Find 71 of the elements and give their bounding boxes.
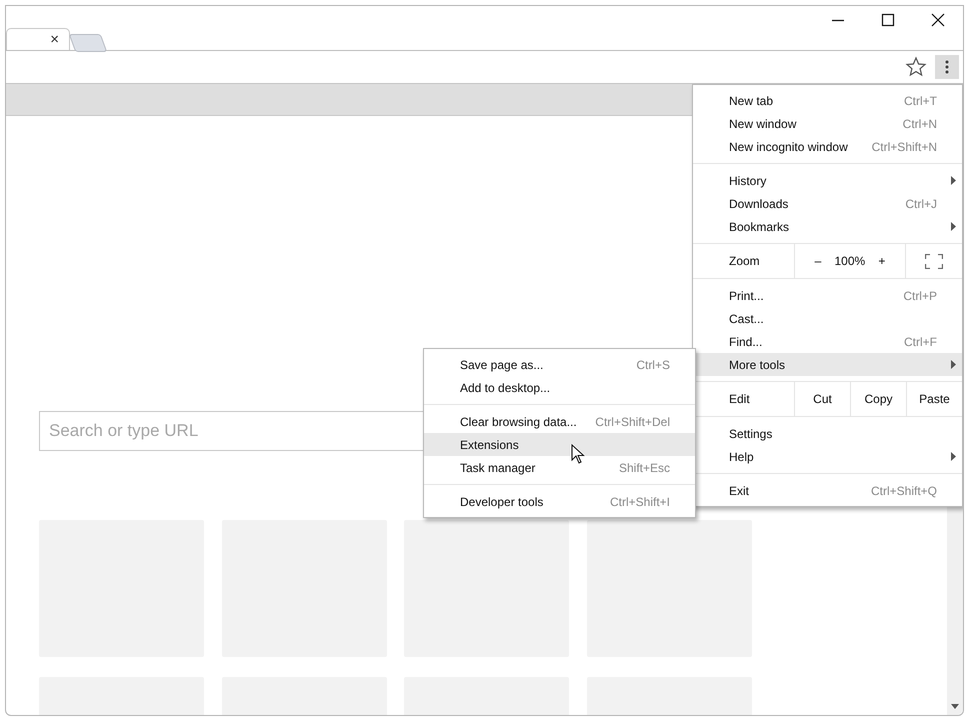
- menu-item-label: Bookmarks: [729, 220, 790, 234]
- shortcut-tile[interactable]: [586, 520, 752, 657]
- menu-item-label: Downloads: [729, 196, 788, 210]
- maximize-icon[interactable]: [880, 12, 896, 28]
- edit-label: Edit: [728, 391, 751, 408]
- mouse-cursor-icon: [571, 444, 585, 464]
- menu-item-label: New incognito window: [729, 140, 848, 154]
- menu-item[interactable]: Clear browsing data... Ctrl+Shift+Del: [424, 410, 695, 433]
- menu-item[interactable]: Print... Ctrl+P: [693, 284, 962, 307]
- menu-item[interactable]: Extensions: [424, 433, 695, 456]
- new-tab-button[interactable]: [68, 34, 108, 52]
- menu-item[interactable]: Save page as... Ctrl+S: [424, 353, 695, 376]
- shortcut-text: Ctrl+Shift+N: [872, 140, 937, 154]
- menu-item-label: Add to desktop...: [460, 380, 550, 394]
- menu-item-label: Save page as...: [460, 358, 544, 372]
- cut-button[interactable]: Cut: [794, 382, 850, 416]
- menu-item-label: Clear browsing data...: [460, 414, 577, 428]
- menu-item[interactable]: Downloads Ctrl+J: [693, 192, 962, 215]
- menu-item-label: Cast...: [729, 312, 764, 326]
- menu-item-label: Task manager: [460, 460, 536, 474]
- menu-item-label: Extensions: [460, 438, 519, 452]
- menu-item-label: New tab: [729, 94, 774, 108]
- zoom-label: Zoom: [728, 253, 761, 270]
- menu-item[interactable]: Find... Ctrl+F: [693, 330, 962, 353]
- menu-item[interactable]: Developer tools Ctrl+Shift+I: [424, 490, 695, 513]
- shortcut-text: Ctrl+F: [904, 334, 937, 348]
- fullscreen-icon: [925, 254, 943, 268]
- shortcut-text: Ctrl+S: [636, 358, 670, 372]
- menu-item-label: Exit: [729, 484, 750, 498]
- shortcut-text: Ctrl+J: [905, 196, 937, 210]
- shortcut-text: Ctrl+Shift+I: [610, 494, 670, 508]
- submenu-arrow-icon: [951, 176, 956, 185]
- close-icon[interactable]: [930, 12, 946, 28]
- menu-item[interactable]: Add to desktop...: [424, 376, 695, 399]
- zoom-out-button[interactable]: –: [808, 254, 828, 268]
- menu-item-label: Developer tools: [460, 494, 544, 508]
- menu-item[interactable]: Task manager Shift+Esc: [424, 456, 695, 479]
- zoom-in-button[interactable]: +: [872, 254, 892, 268]
- more-icon: [945, 60, 949, 74]
- star-icon[interactable]: [905, 56, 927, 78]
- menu-item-label: Help: [729, 450, 754, 464]
- menu-item[interactable]: Cast...: [693, 307, 962, 330]
- submenu-arrow-icon: [951, 222, 956, 231]
- menu-button[interactable]: [935, 55, 959, 79]
- shortcut-text: Ctrl+N: [902, 116, 937, 130]
- close-tab-button[interactable]: ×: [50, 31, 59, 48]
- shortcut-text: Shift+Esc: [618, 460, 670, 474]
- zoom-level: 100%: [834, 254, 866, 268]
- shortcut-text: Ctrl+Shift+Q: [870, 484, 937, 498]
- menu-item-label: New window: [729, 116, 796, 130]
- scroll-down-icon[interactable]: [951, 704, 959, 709]
- menu-item[interactable]: History: [693, 169, 962, 192]
- menu-item[interactable]: Bookmarks: [693, 215, 962, 238]
- submenu-arrow-icon: [951, 360, 956, 369]
- browser-tab[interactable]: ×: [6, 28, 70, 50]
- menu-item[interactable]: New incognito window Ctrl+Shift+N: [693, 135, 962, 158]
- shortcut-text: Ctrl+Shift+Del: [595, 414, 670, 428]
- submenu-arrow-icon: [951, 452, 956, 461]
- paste-button[interactable]: Paste: [906, 382, 962, 416]
- menu-item-label: History: [729, 174, 766, 188]
- shortcut-text: Ctrl+T: [904, 94, 937, 108]
- menu-item[interactable]: More tools: [693, 353, 962, 376]
- menu-item[interactable]: Exit Ctrl+Shift+Q: [693, 479, 962, 502]
- shortcut-text: Ctrl+P: [903, 288, 937, 302]
- menu-item-label: More tools: [729, 358, 786, 372]
- menu-item[interactable]: New tab Ctrl+T: [693, 89, 962, 112]
- copy-button[interactable]: Copy: [850, 382, 906, 416]
- menu-item-label: Find...: [729, 334, 762, 348]
- menu-item[interactable]: New window Ctrl+N: [693, 112, 962, 135]
- shortcut-tile[interactable]: [404, 520, 569, 657]
- menu-item-label: Print...: [729, 288, 764, 302]
